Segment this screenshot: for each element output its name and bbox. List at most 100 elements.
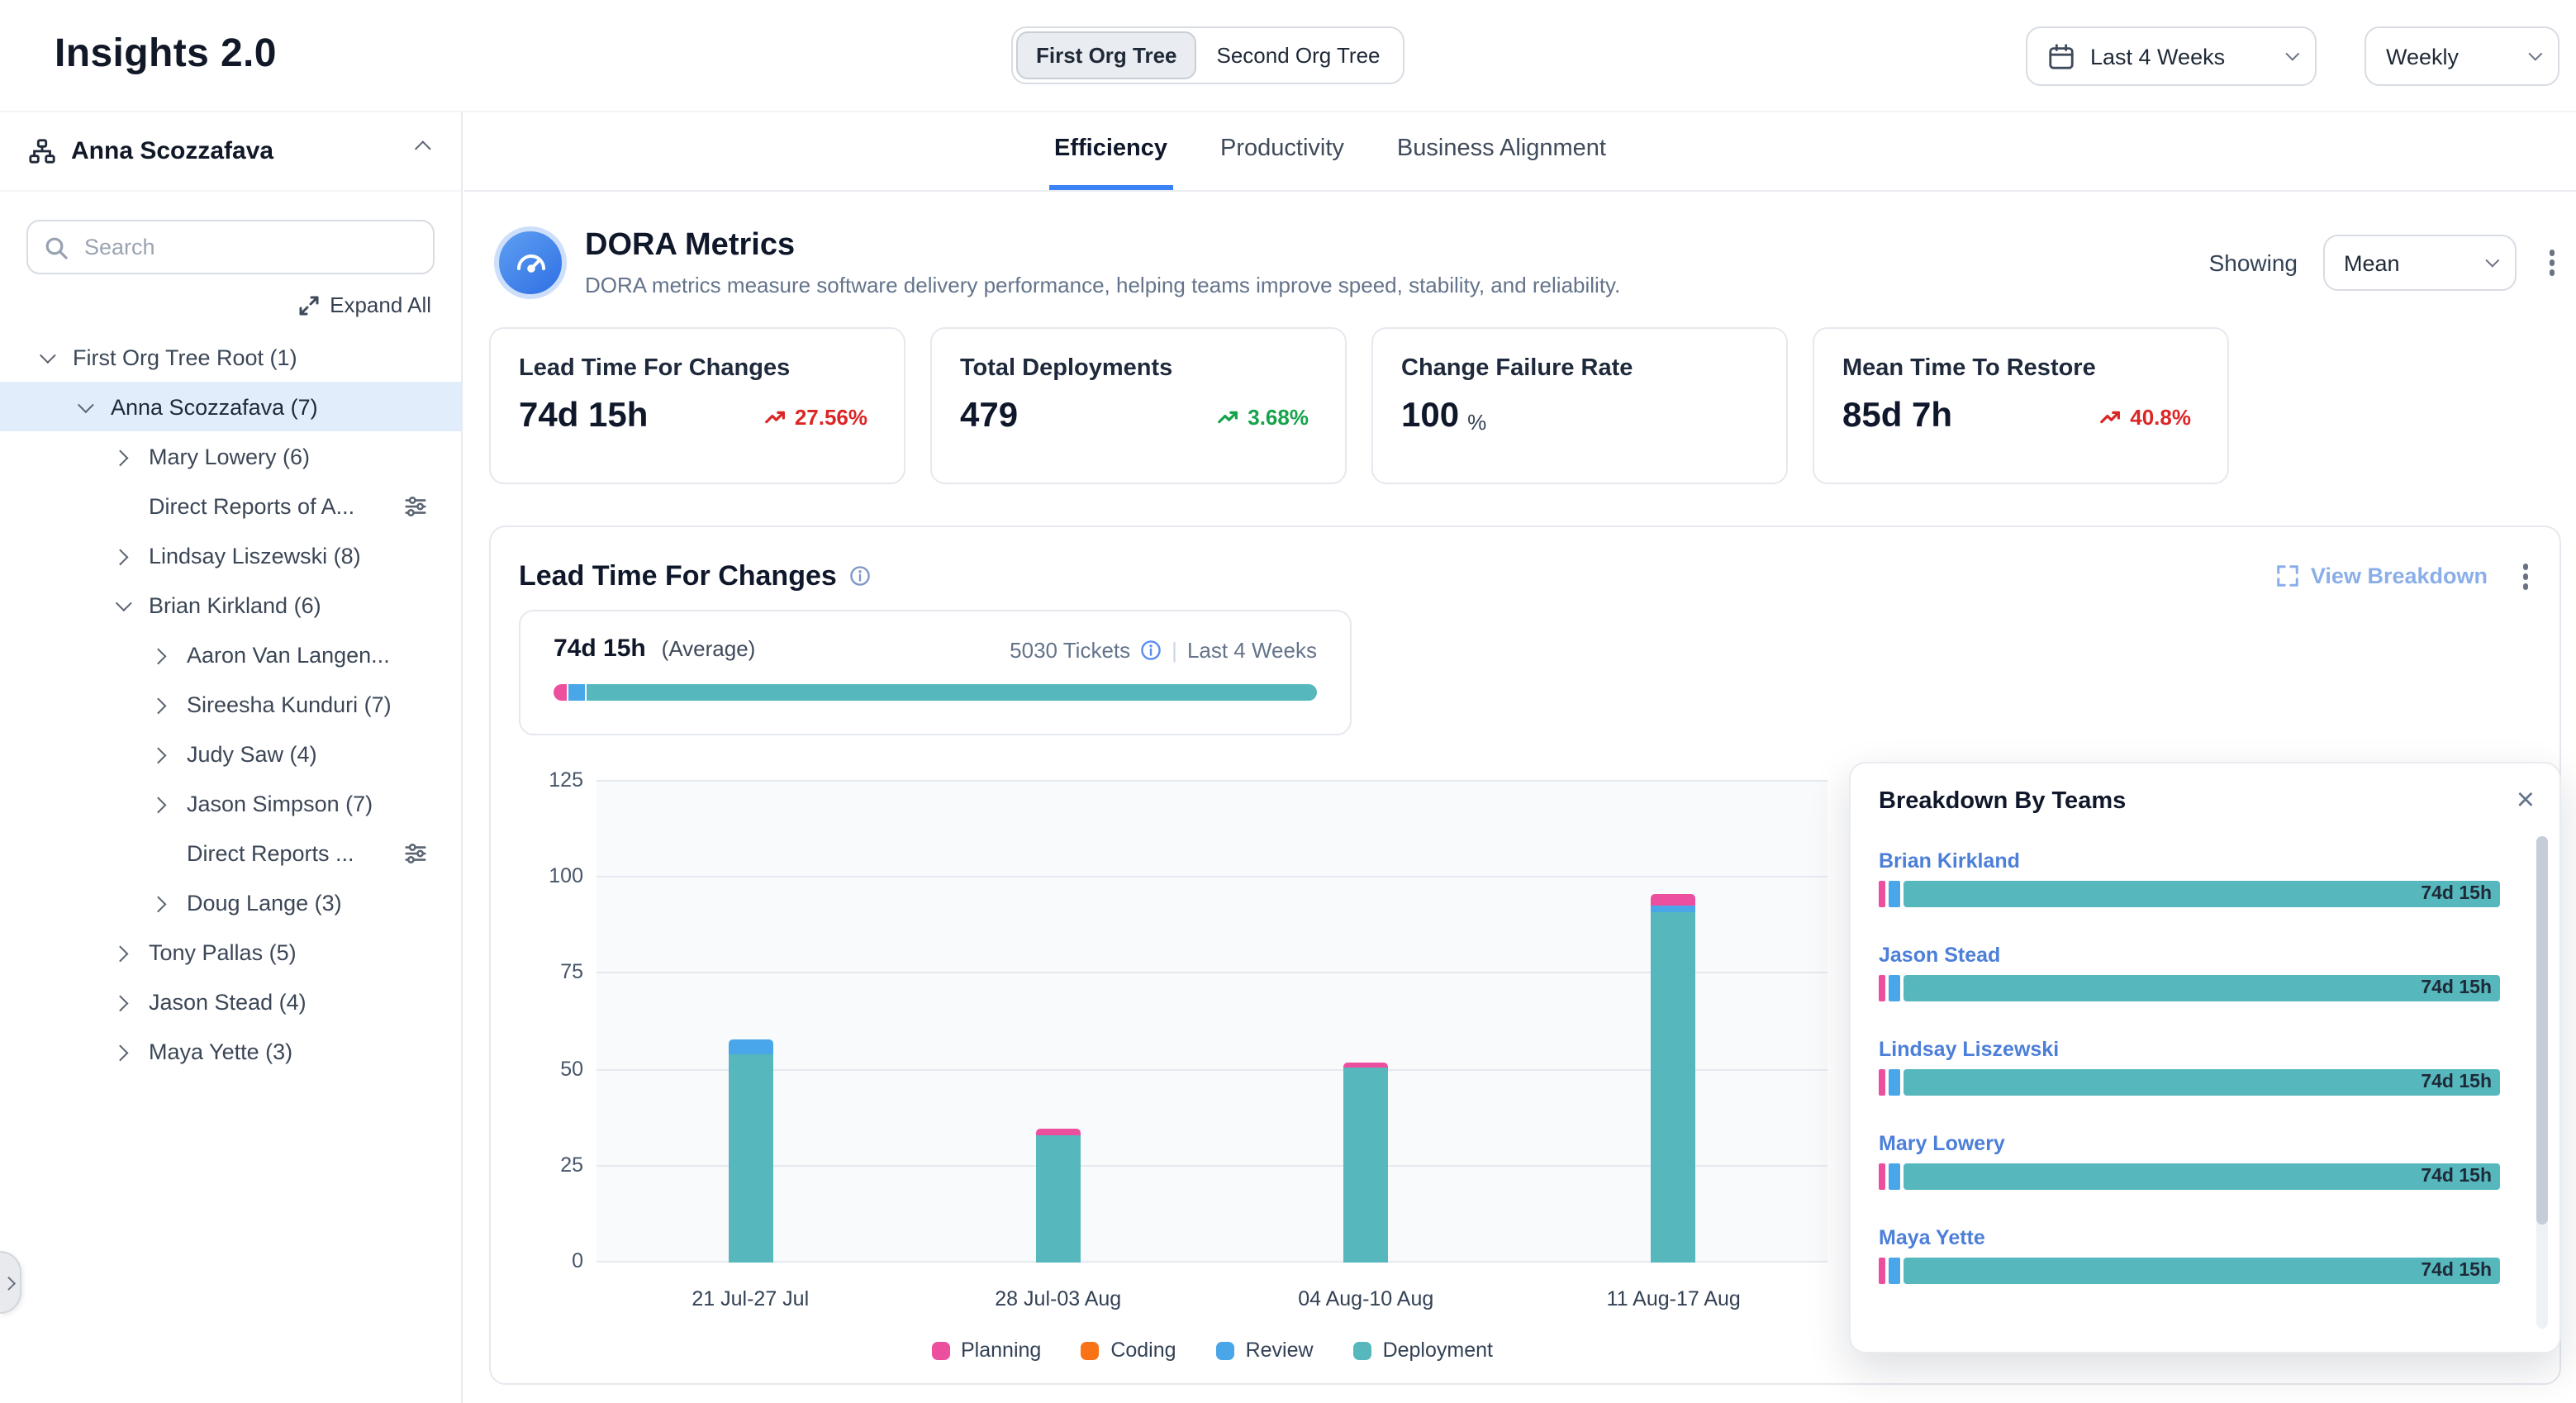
search-input[interactable]	[26, 220, 435, 274]
info-icon[interactable]	[1140, 639, 1162, 660]
review-segment	[1889, 1258, 1900, 1284]
chart-bar[interactable]	[1343, 1063, 1388, 1263]
tree-item[interactable]: Lindsay Liszewski (8)	[0, 530, 461, 580]
metric-card-title: Mean Time To Restore	[1842, 355, 2204, 382]
chevron-right-icon[interactable]	[154, 748, 187, 759]
chart-bar[interactable]	[1036, 1128, 1081, 1263]
metric-card-value: 74d 15h	[519, 397, 648, 436]
expand-all-button[interactable]: Expand All	[0, 274, 461, 329]
summary-average-label: (Average)	[662, 636, 756, 661]
breakdown-team-link[interactable]: Jason Stead	[1879, 944, 2500, 967]
legend-item-planning[interactable]: Planning	[931, 1339, 1041, 1362]
legend-swatch	[931, 1341, 949, 1359]
date-range-dropdown[interactable]: Last 4 Weeks	[2026, 26, 2317, 86]
legend-item-deployment[interactable]: Deployment	[1353, 1339, 1493, 1362]
breakdown-scrollbar[interactable]	[2536, 836, 2548, 1329]
chevron-down-icon[interactable]	[116, 599, 149, 611]
chevron-right-icon[interactable]	[116, 549, 149, 561]
filter-sliders-icon[interactable]	[403, 493, 428, 518]
tree-item[interactable]: Aaron Van Langen...	[0, 630, 461, 679]
tree-item[interactable]: First Org Tree Root (1)	[0, 332, 461, 382]
review-segment	[728, 1039, 772, 1055]
chevron-right-icon[interactable]	[116, 946, 149, 958]
breakdown-team-bar: 74d 15h	[1879, 1258, 2500, 1284]
y-axis-label: 75	[501, 961, 583, 984]
chevron-right-icon[interactable]	[116, 450, 149, 462]
dora-logo-icon	[494, 226, 567, 299]
tree-item-label: Doug Lange (3)	[187, 890, 342, 915]
breakdown-team-link[interactable]: Mary Lowery	[1879, 1132, 2500, 1155]
tree-item[interactable]: Tony Pallas (5)	[0, 927, 461, 977]
deployment-segment	[1343, 1068, 1388, 1263]
breakdown-team-value: 74d 15h	[2421, 1072, 2492, 1092]
review-segment	[1889, 975, 1900, 1001]
chart-bar[interactable]	[728, 1039, 772, 1263]
aggregation-value: Mean	[2344, 250, 2400, 275]
lead-time-panel: Lead Time For Changes View Breakdown	[489, 526, 2561, 1385]
chevron-right-icon[interactable]	[154, 698, 187, 710]
tree-item[interactable]: Mary Lowery (6)	[0, 431, 461, 481]
collapse-tree-button[interactable]	[408, 139, 433, 164]
chevron-right-icon[interactable]	[154, 797, 187, 809]
tree-item-label: Judy Saw (4)	[187, 741, 317, 766]
separator: |	[1172, 637, 1177, 662]
tree-item[interactable]: Direct Reports ...	[0, 828, 461, 877]
x-axis-label: 04 Aug-10 Aug	[1250, 1287, 1481, 1310]
metric-card-value-row: 74d 15h27.56%	[519, 397, 881, 436]
breakdown-team-link[interactable]: Maya Yette	[1879, 1226, 2500, 1249]
review-segment	[1652, 905, 1696, 912]
scrollbar-thumb[interactable]	[2536, 836, 2548, 1225]
tree-item-label: Maya Yette (3)	[149, 1039, 292, 1063]
gridline	[596, 1068, 1827, 1070]
breakdown-team-link[interactable]: Lindsay Liszewski	[1879, 1038, 2500, 1061]
tab-efficiency[interactable]: Efficiency	[1049, 112, 1172, 190]
deployment-segment: 74d 15h	[1903, 881, 2500, 907]
legend-item-review[interactable]: Review	[1216, 1339, 1314, 1362]
main-content: Efficiency Productivity Business Alignment…	[464, 112, 2576, 1403]
chart-bar[interactable]	[1652, 893, 1696, 1263]
granularity-dropdown[interactable]: Weekly	[2365, 26, 2559, 86]
breakdown-team-bar: 74d 15h	[1879, 1069, 2500, 1096]
chart-y-axis: 0255075100125	[501, 782, 583, 1263]
chevron-right-icon[interactable]	[116, 996, 149, 1007]
breakdown-team-value: 74d 15h	[2421, 1167, 2492, 1187]
tree-item[interactable]: Judy Saw (4)	[0, 729, 461, 778]
tree-item[interactable]: Jason Stead (4)	[0, 977, 461, 1026]
chevron-right-icon[interactable]	[154, 649, 187, 660]
tree-item[interactable]: Jason Simpson (7)	[0, 778, 461, 828]
breakdown-team-link[interactable]: Brian Kirkland	[1879, 849, 2500, 873]
org-toggle-option[interactable]: First Org Tree	[1016, 31, 1197, 79]
chevron-down-icon[interactable]	[78, 401, 111, 412]
org-toggle-option[interactable]: Second Org Tree	[1197, 31, 1400, 79]
tree-item-label: Sireesha Kunduri (7)	[187, 692, 392, 716]
breakdown-team-row: Mary Lowery 74d 15h	[1879, 1132, 2500, 1190]
tickets-count: 5030 Tickets	[1010, 637, 1130, 662]
view-breakdown-button[interactable]: View Breakdown	[2276, 564, 2488, 589]
tab-productivity[interactable]: Productivity	[1215, 112, 1349, 190]
tree-item[interactable]: Brian Kirkland (6)	[0, 580, 461, 630]
tab-business-alignment[interactable]: Business Alignment	[1392, 112, 1611, 190]
tree-item[interactable]: Anna Scozzafava (7)	[0, 382, 461, 431]
chevron-right-icon[interactable]	[154, 896, 187, 908]
gridline	[596, 1165, 1827, 1167]
breakdown-team-row: Lindsay Liszewski 74d 15h	[1879, 1038, 2500, 1096]
legend-item-coding[interactable]: Coding	[1081, 1339, 1176, 1362]
tree-item[interactable]: Sireesha Kunduri (7)	[0, 679, 461, 729]
info-icon[interactable]	[850, 566, 872, 587]
chevron-down-icon	[2285, 47, 2299, 61]
tree-item[interactable]: Doug Lange (3)	[0, 877, 461, 927]
chevron-down-icon[interactable]	[40, 351, 73, 363]
kebab-menu-icon[interactable]	[2514, 554, 2536, 599]
tree-item[interactable]: Direct Reports of A...	[0, 481, 461, 530]
tree-item[interactable]: Maya Yette (3)	[0, 1026, 461, 1076]
close-icon[interactable]: ×	[2517, 785, 2535, 816]
org-sidebar: Anna Scozzafava Expand All First Org Tre…	[0, 112, 463, 1403]
legend-label: Planning	[961, 1339, 1041, 1362]
kebab-menu-icon[interactable]	[2540, 240, 2563, 286]
planning-segment	[1879, 881, 1885, 907]
chevron-down-icon	[2484, 254, 2498, 268]
breakdown-title: Breakdown By Teams	[1879, 787, 2126, 814]
filter-sliders-icon[interactable]	[403, 840, 428, 865]
chevron-right-icon[interactable]	[116, 1045, 149, 1057]
aggregation-dropdown[interactable]: Mean	[2322, 235, 2516, 291]
